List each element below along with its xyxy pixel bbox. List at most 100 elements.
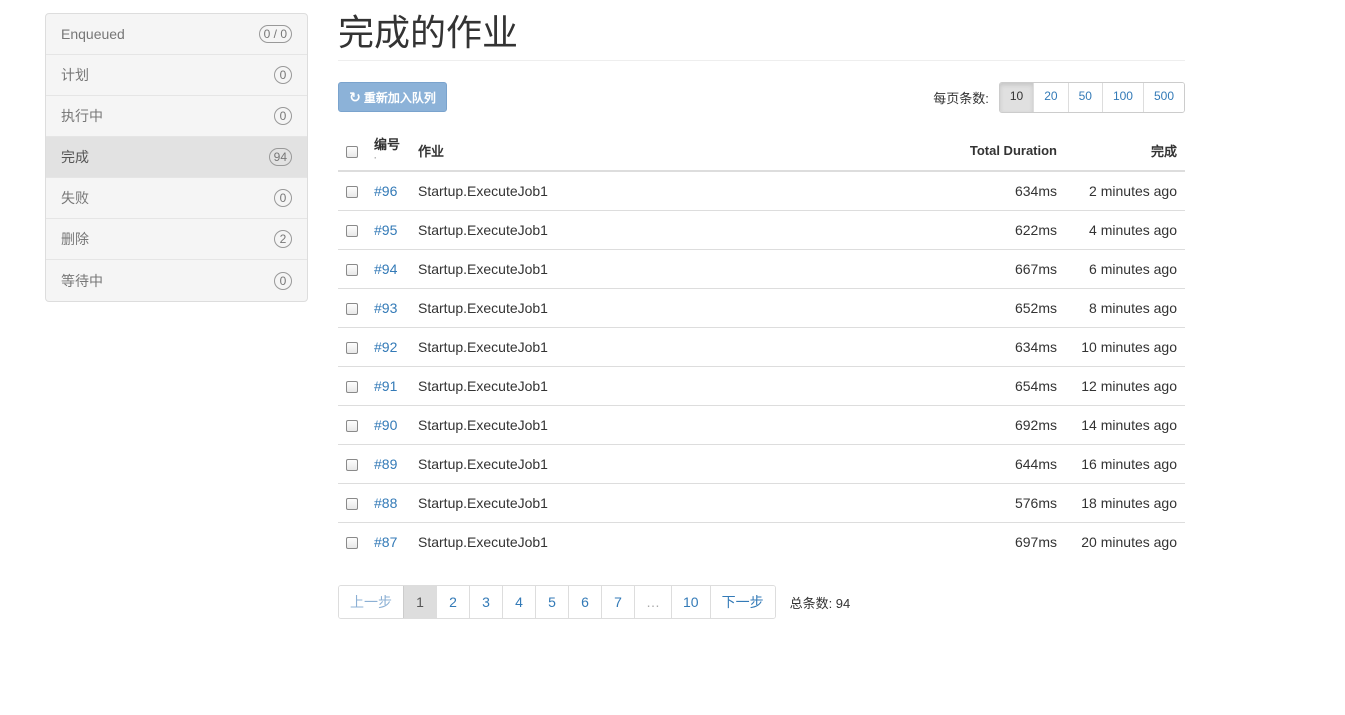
job-duration-cell: 644ms <box>915 444 1065 484</box>
next-page-button[interactable]: 下一步 <box>709 586 775 618</box>
job-id-link[interactable]: #91 <box>374 378 397 394</box>
sidebar-item-awaiting[interactable]: 等待中 0 <box>46 260 307 301</box>
page-10-button[interactable]: 10 <box>671 586 710 618</box>
count-badge: 0 <box>274 271 292 290</box>
sidebar-item-enqueued[interactable]: Enqueued 0 / 0 <box>46 14 307 55</box>
job-duration-cell: 634ms <box>915 327 1065 367</box>
job-name-cell: Startup.ExecuteJob1 <box>410 210 915 250</box>
job-id-cell: #92 <box>366 327 410 367</box>
per-page-50-button[interactable]: 50 <box>1067 83 1102 112</box>
table-row: #92 Startup.ExecuteJob1 634ms 10 minutes… <box>338 327 1185 367</box>
sidebar-item-scheduled[interactable]: 计划 0 <box>46 55 307 96</box>
requeue-button-label: 重新加入队列 <box>363 90 436 105</box>
row-checkbox[interactable] <box>346 380 358 393</box>
job-id-link[interactable]: #96 <box>374 183 397 199</box>
page-5-button[interactable]: 5 <box>535 586 568 618</box>
row-select-cell <box>338 444 366 484</box>
count-badge: 0 <box>274 189 292 207</box>
table-row: #95 Startup.ExecuteJob1 622ms 4 minutes … <box>338 210 1185 250</box>
total-count: 总条数: 94 <box>789 595 851 611</box>
row-select-cell <box>338 249 366 289</box>
toolbar: ↻ 重新加入队列 每页条数: 10 20 50 100 500 <box>338 61 1185 131</box>
sort-indicator-icon: · <box>374 152 377 163</box>
main-content: 完成的作业 ↻ 重新加入队列 每页条数: 10 20 50 100 500 编号… <box>338 0 1185 619</box>
sidebar-item-succeeded[interactable]: 完成 94 <box>46 137 307 178</box>
table-row: #87 Startup.ExecuteJob1 697ms 20 minutes… <box>338 522 1185 561</box>
row-select-cell <box>338 327 366 367</box>
page-4-button[interactable]: 4 <box>502 586 535 618</box>
prev-page-button[interactable]: 上一步 <box>339 586 403 618</box>
header-id-label: 编号 <box>374 136 401 152</box>
page-3-button[interactable]: 3 <box>469 586 502 618</box>
per-page-500-button[interactable]: 500 <box>1142 83 1184 112</box>
per-page-100-button[interactable]: 100 <box>1101 83 1143 112</box>
per-page-label: 每页条数: <box>933 91 989 106</box>
row-select-cell <box>338 522 366 561</box>
row-checkbox[interactable] <box>346 302 358 315</box>
pagination: 上一步 1 2 3 4 5 6 7 … 10 下一步 <box>338 585 776 619</box>
job-duration-cell: 692ms <box>915 405 1065 445</box>
job-id-link[interactable]: #87 <box>374 534 397 550</box>
job-completed-cell: 10 minutes ago <box>1065 327 1185 367</box>
table-row: #89 Startup.ExecuteJob1 644ms 16 minutes… <box>338 444 1185 484</box>
job-name-cell: Startup.ExecuteJob1 <box>410 483 915 523</box>
job-duration-cell: 652ms <box>915 288 1065 328</box>
job-id-link[interactable]: #88 <box>374 495 397 511</box>
header-job: 作业 <box>410 131 915 172</box>
sidebar-item-failed[interactable]: 失败 0 <box>46 178 307 219</box>
job-id-link[interactable]: #95 <box>374 222 397 238</box>
job-id-cell: #87 <box>366 522 410 561</box>
job-completed-cell: 14 minutes ago <box>1065 405 1185 445</box>
sidebar-item-label: 执行中 <box>61 108 103 124</box>
job-completed-cell: 4 minutes ago <box>1065 210 1185 250</box>
row-checkbox[interactable] <box>346 263 358 276</box>
count-badge: 2 <box>274 230 292 248</box>
job-duration-cell: 622ms <box>915 210 1065 250</box>
per-page-selector: 每页条数: 10 20 50 100 500 <box>933 82 1185 113</box>
job-id-cell: #91 <box>366 366 410 406</box>
page-7-button[interactable]: 7 <box>601 586 634 618</box>
job-id-cell: #93 <box>366 288 410 328</box>
sidebar-item-processing[interactable]: 执行中 0 <box>46 96 307 137</box>
job-id-link[interactable]: #94 <box>374 261 397 277</box>
job-id-link[interactable]: #89 <box>374 456 397 472</box>
job-name-cell: Startup.ExecuteJob1 <box>410 327 915 367</box>
page-1-button[interactable]: 1 <box>403 586 436 618</box>
row-checkbox[interactable] <box>346 224 358 237</box>
header-completed: 完成 <box>1065 131 1185 172</box>
sidebar-item-deleted[interactable]: 删除 2 <box>46 219 307 260</box>
job-name-cell: Startup.ExecuteJob1 <box>410 444 915 484</box>
page-2-button[interactable]: 2 <box>436 586 469 618</box>
job-completed-cell: 6 minutes ago <box>1065 249 1185 289</box>
row-checkbox[interactable] <box>346 497 358 510</box>
sidebar-item-label: 失败 <box>61 190 89 206</box>
job-id-cell: #95 <box>366 210 410 250</box>
table-row: #88 Startup.ExecuteJob1 576ms 18 minutes… <box>338 483 1185 523</box>
row-checkbox[interactable] <box>346 458 358 471</box>
row-select-cell <box>338 171 366 211</box>
job-id-link[interactable]: #90 <box>374 417 397 433</box>
job-name-cell: Startup.ExecuteJob1 <box>418 533 548 550</box>
select-all-checkbox[interactable] <box>346 145 358 158</box>
job-id-link[interactable]: #93 <box>374 300 397 316</box>
requeue-button[interactable]: ↻ 重新加入队列 <box>338 82 447 112</box>
row-checkbox[interactable] <box>346 186 358 199</box>
header-duration: Total Duration <box>915 131 1065 172</box>
job-id-cell: #94 <box>366 249 410 289</box>
job-name-cell: Startup.ExecuteJob1 <box>410 171 915 211</box>
job-id-cell: #88 <box>366 483 410 523</box>
job-duration-cell: 576ms <box>915 483 1065 523</box>
job-id-link[interactable]: #92 <box>374 339 397 355</box>
row-checkbox[interactable] <box>346 419 358 432</box>
count-badge: 0 / 0 <box>258 25 292 43</box>
row-select-cell <box>338 366 366 406</box>
job-completed-cell: 8 minutes ago <box>1065 288 1185 328</box>
row-select-cell <box>338 405 366 445</box>
job-name-cell: Startup.ExecuteJob1 <box>410 366 915 406</box>
row-checkbox[interactable] <box>346 537 358 550</box>
page-6-button[interactable]: 6 <box>568 586 601 618</box>
per-page-10-button[interactable]: 10 <box>999 83 1034 112</box>
job-completed-cell: 2 minutes ago <box>1065 171 1185 211</box>
per-page-20-button[interactable]: 20 <box>1033 83 1068 112</box>
row-checkbox[interactable] <box>346 341 358 354</box>
